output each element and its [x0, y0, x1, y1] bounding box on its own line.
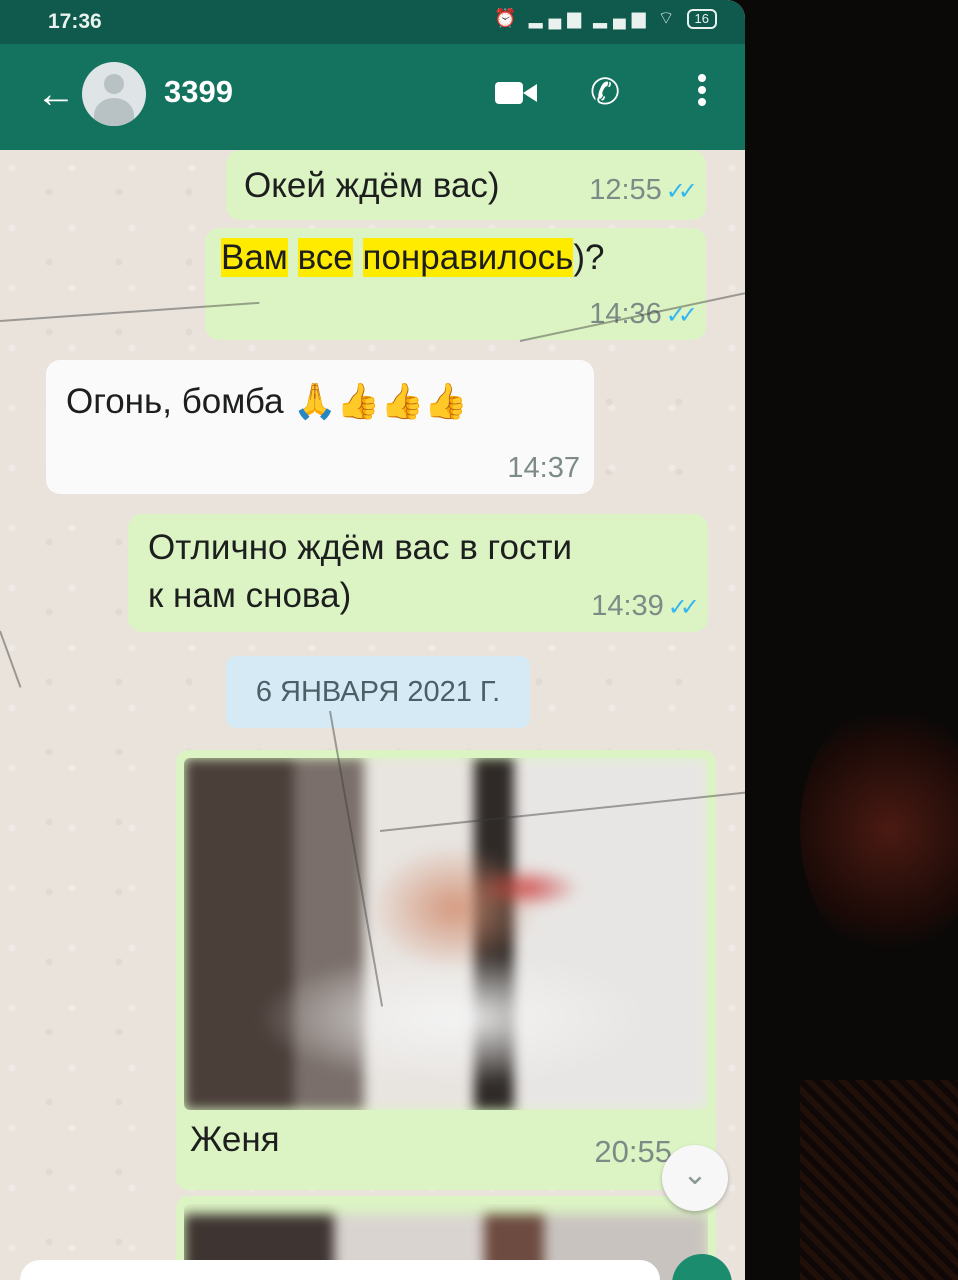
outgoing-message[interactable]: Окей ждём вас) 12:55 ✓✓ — [226, 150, 706, 220]
signal-icon-2: ▂▄▆ — [593, 8, 652, 28]
message-time: 14:37 — [507, 452, 580, 484]
phone-screen: 17:36 ⏰ ▂▄▆ ▂▄▆ ⌔ 16 ← 3399 ✆ Окей ждём … — [0, 0, 745, 1280]
outgoing-message[interactable]: Вам все понравилось)? 14:36 ✓✓ — [205, 228, 706, 340]
back-arrow-icon[interactable]: ← — [36, 74, 76, 114]
more-options-icon[interactable] — [680, 70, 724, 114]
avatar[interactable] — [82, 62, 146, 126]
voice-call-icon[interactable]: ✆ — [590, 70, 634, 114]
chat-area: Окей ждём вас) 12:55 ✓✓ Вам все понравило… — [0, 150, 745, 1280]
scroll-down-icon[interactable]: ⌄ — [662, 1145, 728, 1211]
image-message[interactable]: Женя 20:55 — [176, 750, 716, 1190]
message-text-line-1: Отлично ждём вас в гости — [148, 528, 573, 567]
date-separator: 6 ЯНВАРЯ 2021 Г. — [226, 656, 530, 728]
highlighted-word: все — [297, 238, 353, 277]
status-time: 17:36 — [48, 10, 102, 33]
outgoing-message[interactable]: Отлично ждём вас в гости к нам снова) 14… — [128, 514, 708, 632]
image-caption: Женя — [190, 1120, 280, 1159]
read-ticks-icon: ✓✓ — [667, 594, 700, 621]
message-input[interactable] — [20, 1260, 660, 1280]
video-call-icon[interactable] — [495, 70, 539, 114]
contact-name[interactable]: 3399 — [164, 74, 233, 110]
battery-icon: 16 — [686, 8, 717, 29]
status-bar: 17:36 ⏰ ▂▄▆ ▂▄▆ ⌔ 16 — [0, 0, 745, 44]
chat-header: ← 3399 ✆ — [0, 44, 745, 150]
background-texture — [800, 1080, 958, 1280]
message-text: Огонь, бомба 🙏👍👍👍 — [66, 382, 468, 421]
message-time: 20:55 — [594, 1134, 672, 1169]
message-time: 14:39 ✓✓ — [591, 590, 700, 622]
wifi-icon: ⌔ — [657, 8, 681, 28]
message-time: 12:55 ✓✓ — [589, 174, 698, 206]
background-blur — [800, 700, 958, 960]
highlighted-word: Вам — [221, 238, 288, 277]
alarm-icon: ⏰ — [494, 8, 523, 28]
highlighted-word: понравилось — [362, 238, 574, 277]
message-text: Окей ждём вас) — [244, 166, 500, 205]
blurred-photo[interactable] — [184, 758, 708, 1110]
read-ticks-icon: ✓✓ — [665, 178, 698, 205]
incoming-message[interactable]: Огонь, бомба 🙏👍👍👍 14:37 — [46, 360, 594, 494]
message-text: Вам все понравилось)? — [221, 238, 605, 277]
status-icons: ⏰ ▂▄▆ ▂▄▆ ⌔ 16 — [494, 7, 717, 30]
message-text-line-2: к нам снова) — [148, 576, 352, 615]
signal-icon: ▂▄▆ — [528, 8, 588, 28]
